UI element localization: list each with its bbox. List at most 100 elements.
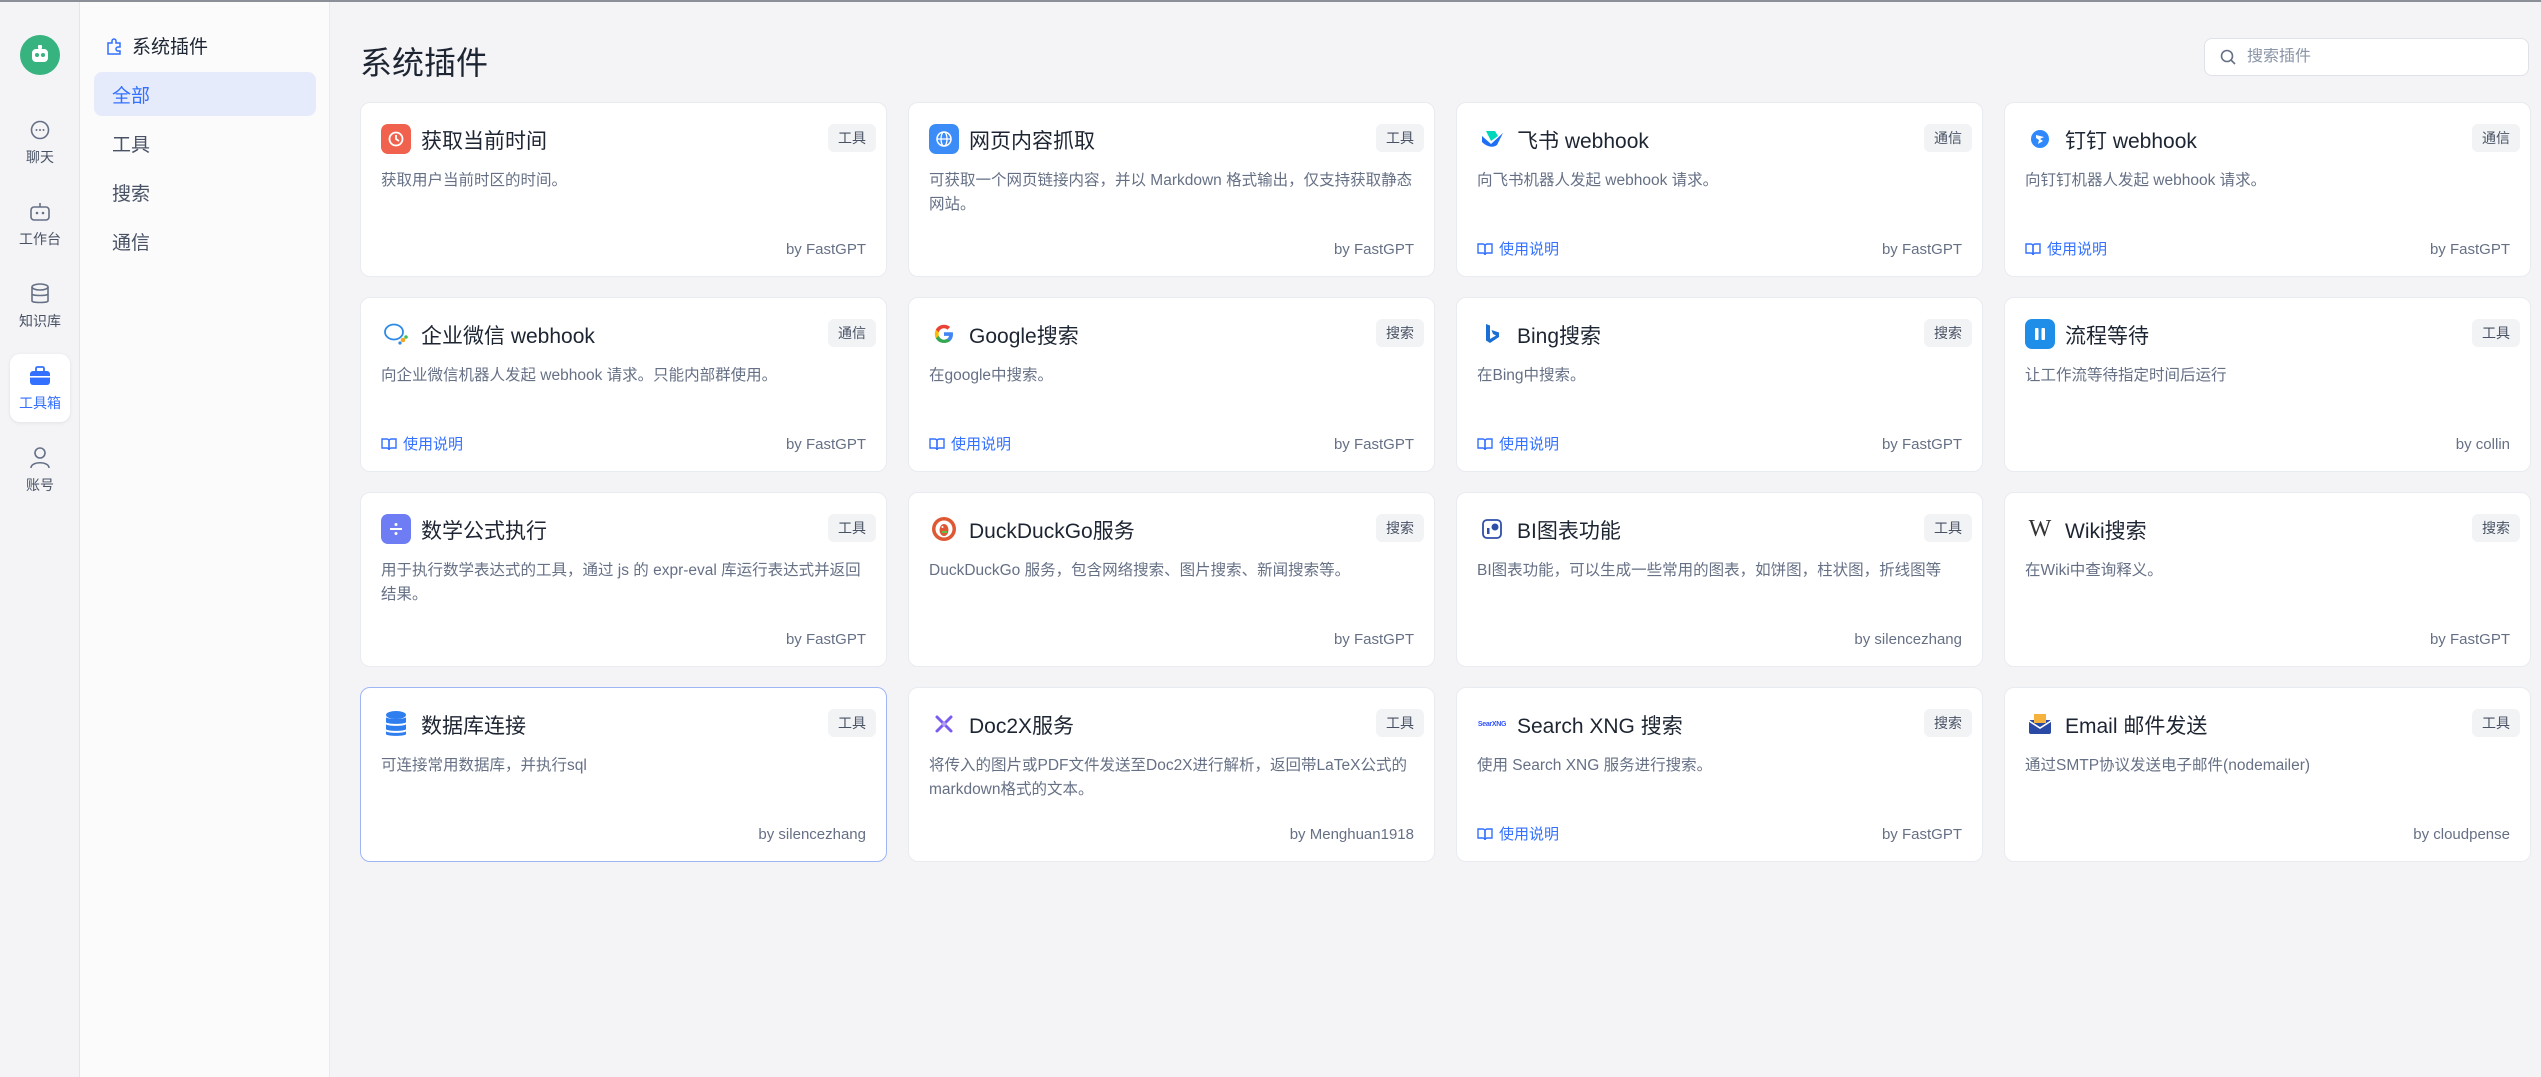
plugin-description: 用于执行数学表达式的工具，通过 js 的 expr-eval 库运行表达式并返回… (381, 562, 861, 603)
plugin-card[interactable]: Doc2X服务 工具将传入的图片或PDF文件发送至Doc2X进行解析，返回带LaT… (908, 687, 1435, 862)
plugin-card[interactable]: SearXNG Search XNG 搜索 搜索 使用 Search XNG 服务进行… (1456, 687, 1983, 862)
plugin-card[interactable]: Bing搜索 搜索 在Bing中搜索。 使用说明 by FastGPT (1456, 297, 1983, 472)
plugin-tag-badge: 工具 (2472, 319, 2520, 347)
wecom-icon (381, 319, 411, 349)
sidebar-title: 系统插件 (132, 37, 209, 58)
plugin-author: by FastGPT (2429, 631, 2510, 648)
plugin-card[interactable]: 流程等待 工具 让工作流等待指定时间后运行 by collin (2004, 297, 2531, 472)
search-box[interactable] (2204, 38, 2529, 76)
plugin-description: DuckDuckGo 服务，包含网络搜索、图片搜索、新闻搜索等。 (929, 562, 1351, 579)
plugin-author: by silencezhang (758, 826, 866, 843)
plugin-author: by FastGPT (1333, 631, 1414, 648)
usage-guide-label: 使用说明 (403, 436, 464, 453)
plugin-card[interactable]: 网页内容抓取 工具 可获取一个网页链接内容，并以 Markdown 格式输出，仅支持… (908, 102, 1435, 277)
feishu-icon (1477, 124, 1507, 154)
database-stack-icon (381, 709, 411, 739)
usage-guide-link[interactable]: 使用说明 (929, 433, 1011, 454)
toolbox-icon (27, 363, 53, 389)
plugin-description: 让工作流等待指定时间后运行 (2025, 367, 2227, 384)
bing-icon (1477, 319, 1507, 349)
book-icon (381, 437, 397, 450)
wikipedia-icon: W (2028, 515, 2052, 542)
plugin-title: DuckDuckGo服务 (969, 520, 1135, 543)
calculator-icon (381, 514, 411, 544)
plugin-card[interactable]: Email 邮件发送 工具 通过SMTP协议发送电子邮件(nodemailer) by… (2004, 687, 2531, 862)
search-input[interactable] (2247, 48, 2517, 66)
plugin-card[interactable]: 数学公式执行 工具 用于执行数学表达式的工具，通过 js 的 expr-eval 库… (360, 492, 887, 667)
plugin-title: Wiki搜索 (2065, 520, 2147, 543)
chart-icon (1477, 514, 1507, 544)
pause-icon (2025, 319, 2055, 349)
plugin-description: 将传入的图片或PDF文件发送至Doc2X进行解析，返回带LaTeX公式的mark… (929, 757, 1407, 798)
plugin-tag-badge: 搜索 (1924, 709, 1972, 737)
plugin-description: 使用 Search XNG 服务进行搜索。 (1477, 757, 1713, 774)
plugin-tag-badge: 通信 (828, 319, 876, 347)
plugin-author: by FastGPT (1881, 826, 1962, 843)
plugin-title: Doc2X服务 (969, 715, 1075, 738)
plugin-tag-badge: 工具 (828, 514, 876, 542)
plugin-author: by FastGPT (1881, 436, 1962, 453)
plugin-card[interactable]: 获取当前时间 工具获取用户当前时区的时间。 by FastGPT (360, 102, 887, 277)
usage-guide-link[interactable]: 使用说明 (1477, 823, 1559, 844)
plugin-card[interactable]: Google搜索 搜索 在google中搜索。 使用说明 by FastGPT (908, 297, 1435, 472)
usage-guide-label: 使用说明 (1499, 436, 1560, 453)
plugin-card[interactable]: 钉钉 webhook 通信 向钉钉机器人发起 webhook 请求。 使用说明 by F… (2004, 102, 2531, 277)
rail-label-toolbox: 工具箱 (19, 395, 61, 411)
usage-guide-link[interactable]: 使用说明 (2025, 238, 2107, 259)
plugin-description: 在google中搜索。 (929, 367, 1054, 384)
plugin-description: 在Bing中搜索。 (1477, 367, 1586, 384)
globe-icon (929, 124, 959, 154)
plugin-card[interactable]: W Wiki搜索 搜索 在Wiki中查询释义。 by FastGPT (2004, 492, 2531, 667)
rail-label-chat: 聊天 (26, 149, 54, 165)
plugin-tag-badge: 通信 (2472, 124, 2520, 152)
book-icon (1477, 242, 1493, 255)
duckduckgo-icon (929, 514, 959, 544)
rail-item-knowledge[interactable]: 知识库 (10, 272, 70, 340)
rail-label-knowledge: 知识库 (19, 313, 61, 329)
rail-item-chat[interactable]: 聊天 (10, 108, 70, 176)
clock-icon (381, 124, 411, 154)
plugin-author: by Menghuan1918 (1289, 826, 1414, 843)
plugin-title: 获取当前时间 (421, 130, 547, 153)
plugin-title: 飞书 webhook (1517, 130, 1649, 153)
dingtalk-icon (2025, 124, 2055, 154)
usage-guide-link[interactable]: 使用说明 (1477, 433, 1559, 454)
rail-item-toolbox[interactable]: 工具箱 (10, 354, 70, 422)
plugin-tag-badge: 工具 (1376, 709, 1424, 737)
user-icon (27, 445, 53, 471)
plugin-title: 钉钉 webhook (2065, 130, 2197, 153)
plugin-description: 向飞书机器人发起 webhook 请求。 (1477, 172, 1719, 189)
app-logo-icon[interactable] (20, 35, 60, 75)
plugin-card[interactable]: BI图表功能 工具 BI图表功能，可以生成一些常用的图表，如饼图，柱状图，折线图等 b… (1456, 492, 1983, 667)
rail-label-workbench: 工作台 (19, 231, 61, 247)
plugin-author: by FastGPT (785, 241, 866, 258)
plugin-tag-badge: 工具 (1924, 514, 1972, 542)
sidebar-item-search[interactable]: 搜索 (94, 170, 316, 214)
category-sidebar: 系统插件 全部 工具 搜索 通信 (80, 2, 330, 1077)
usage-guide-link[interactable]: 使用说明 (381, 433, 463, 454)
usage-guide-link[interactable]: 使用说明 (1477, 238, 1559, 259)
sidebar-item-communication[interactable]: 通信 (94, 219, 316, 263)
plugin-description: 通过SMTP协议发送电子邮件(nodemailer) (2025, 757, 2311, 774)
plugin-description: 获取用户当前时区的时间。 (381, 172, 568, 189)
plugin-description: 可获取一个网页链接内容，并以 Markdown 格式输出，仅支持获取静态网站。 (929, 172, 1413, 213)
plugin-card[interactable]: 数据库连接 工具 可连接常用数据库，并执行sql by silencezhang (360, 687, 887, 862)
plugin-tag-badge: 工具 (828, 124, 876, 152)
plugin-title: Bing搜索 (1517, 325, 1602, 348)
rail-item-workbench[interactable]: 工作台 (10, 190, 70, 258)
rail-item-account[interactable]: 账号 (10, 436, 70, 504)
plugin-card[interactable]: 企业微信 webhook 通信 向企业微信机器人发起 webhook 请求。只能内部… (360, 297, 887, 472)
sidebar-item-all[interactable]: 全部 (94, 72, 316, 116)
database-icon (27, 281, 53, 307)
usage-guide-label: 使用说明 (951, 436, 1012, 453)
plugin-tag-badge: 工具 (1376, 124, 1424, 152)
plugin-card[interactable]: DuckDuckGo服务 搜索 DuckDuckGo 服务，包含网络搜索、图片搜索、… (908, 492, 1435, 667)
book-icon (1477, 437, 1493, 450)
plugin-tag-badge: 工具 (828, 709, 876, 737)
chat-icon (27, 117, 53, 143)
robot-icon (27, 199, 53, 225)
plugin-title: 企业微信 webhook (421, 325, 595, 348)
sidebar-item-tools[interactable]: 工具 (94, 121, 316, 165)
plugin-card[interactable]: 飞书 webhook 通信 向飞书机器人发起 webhook 请求。 使用说明 by F… (1456, 102, 1983, 277)
searxng-logo-text: SearXNG (1477, 720, 1507, 728)
